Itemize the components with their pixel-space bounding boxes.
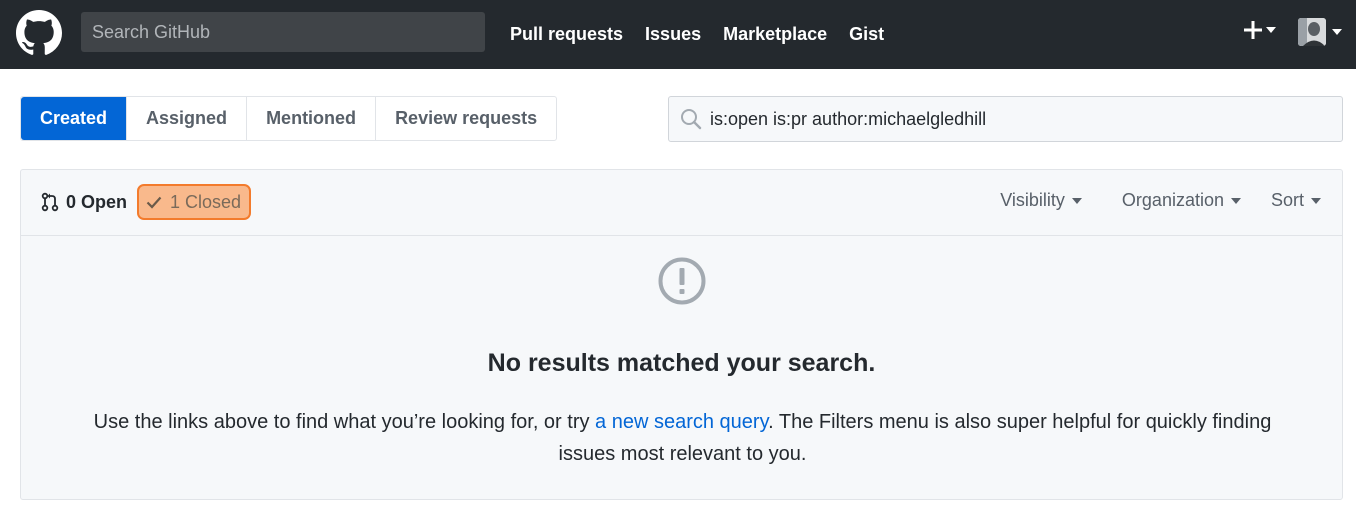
avatar xyxy=(1298,18,1326,46)
search-query-text: is:open is:pr author:michaelgledhill xyxy=(710,108,987,129)
pulls-subnav-tabs: Created Assigned Mentioned Review reques… xyxy=(20,96,558,141)
github-logo-icon[interactable] xyxy=(16,10,62,56)
blankslate-title: No results matched your search. xyxy=(487,349,876,377)
tab-assigned[interactable]: Assigned xyxy=(126,97,247,140)
pull-request-icon xyxy=(41,192,59,212)
search-icon xyxy=(681,109,702,130)
tab-review-requests[interactable]: Review requests xyxy=(375,97,557,140)
filter-menus: Visibility Organization Sort xyxy=(960,190,1321,211)
tab-created[interactable]: Created xyxy=(21,97,127,140)
state-toggle: 0 Open 1 Closed xyxy=(41,184,252,220)
nav-pull-requests[interactable]: Pull requests xyxy=(510,24,623,45)
blankslate-text-before: Use the links above to find what you’re … xyxy=(93,411,596,433)
blankslate: No results matched your search. Use the … xyxy=(21,236,1342,499)
open-state-link[interactable]: 0 Open xyxy=(41,184,127,220)
nav-gist[interactable]: Gist xyxy=(849,24,884,45)
header-nav: Pull requests Issues Marketplace Gist xyxy=(510,0,906,69)
sort-filter-label: Sort xyxy=(1270,190,1304,210)
chevron-down-icon xyxy=(1230,197,1241,204)
results-box: 0 Open 1 Closed Visibility Organization … xyxy=(20,169,1343,500)
check-icon xyxy=(146,196,162,209)
open-count-label: 0 Open xyxy=(66,191,128,212)
visibility-filter[interactable]: Visibility xyxy=(1000,190,1082,211)
chevron-down-icon xyxy=(1071,197,1082,204)
organization-filter-label: Organization xyxy=(1121,190,1224,210)
create-new-menu[interactable] xyxy=(1243,20,1276,40)
nav-issues[interactable]: Issues xyxy=(645,24,701,45)
closed-count-label: 1 Closed xyxy=(170,191,242,212)
chevron-down-icon xyxy=(1332,29,1342,35)
visibility-filter-label: Visibility xyxy=(1000,190,1065,210)
sort-filter[interactable]: Sort xyxy=(1271,190,1321,211)
chevron-down-icon xyxy=(1266,27,1276,33)
chevron-down-icon xyxy=(1311,197,1321,204)
blankslate-text: Use the links above to find what you’re … xyxy=(81,406,1284,470)
organization-filter[interactable]: Organization xyxy=(1122,190,1241,211)
nav-marketplace[interactable]: Marketplace xyxy=(723,24,827,45)
plus-icon xyxy=(1244,21,1262,39)
global-search-input[interactable]: Search GitHub xyxy=(81,12,485,52)
global-search-placeholder: Search GitHub xyxy=(92,22,211,42)
new-search-query-link[interactable]: a new search query xyxy=(595,411,768,433)
user-photo-icon xyxy=(1298,18,1326,46)
alert-icon xyxy=(658,257,706,305)
tab-mentioned[interactable]: Mentioned xyxy=(246,97,376,140)
results-header: 0 Open 1 Closed Visibility Organization … xyxy=(21,170,1342,236)
closed-state-link[interactable]: 1 Closed xyxy=(137,184,252,220)
user-menu[interactable] xyxy=(1298,18,1342,46)
site-header: Search GitHub Pull requests Issues Marke… xyxy=(0,0,1356,69)
issues-search-input[interactable]: is:open is:pr author:michaelgledhill xyxy=(668,96,1343,142)
